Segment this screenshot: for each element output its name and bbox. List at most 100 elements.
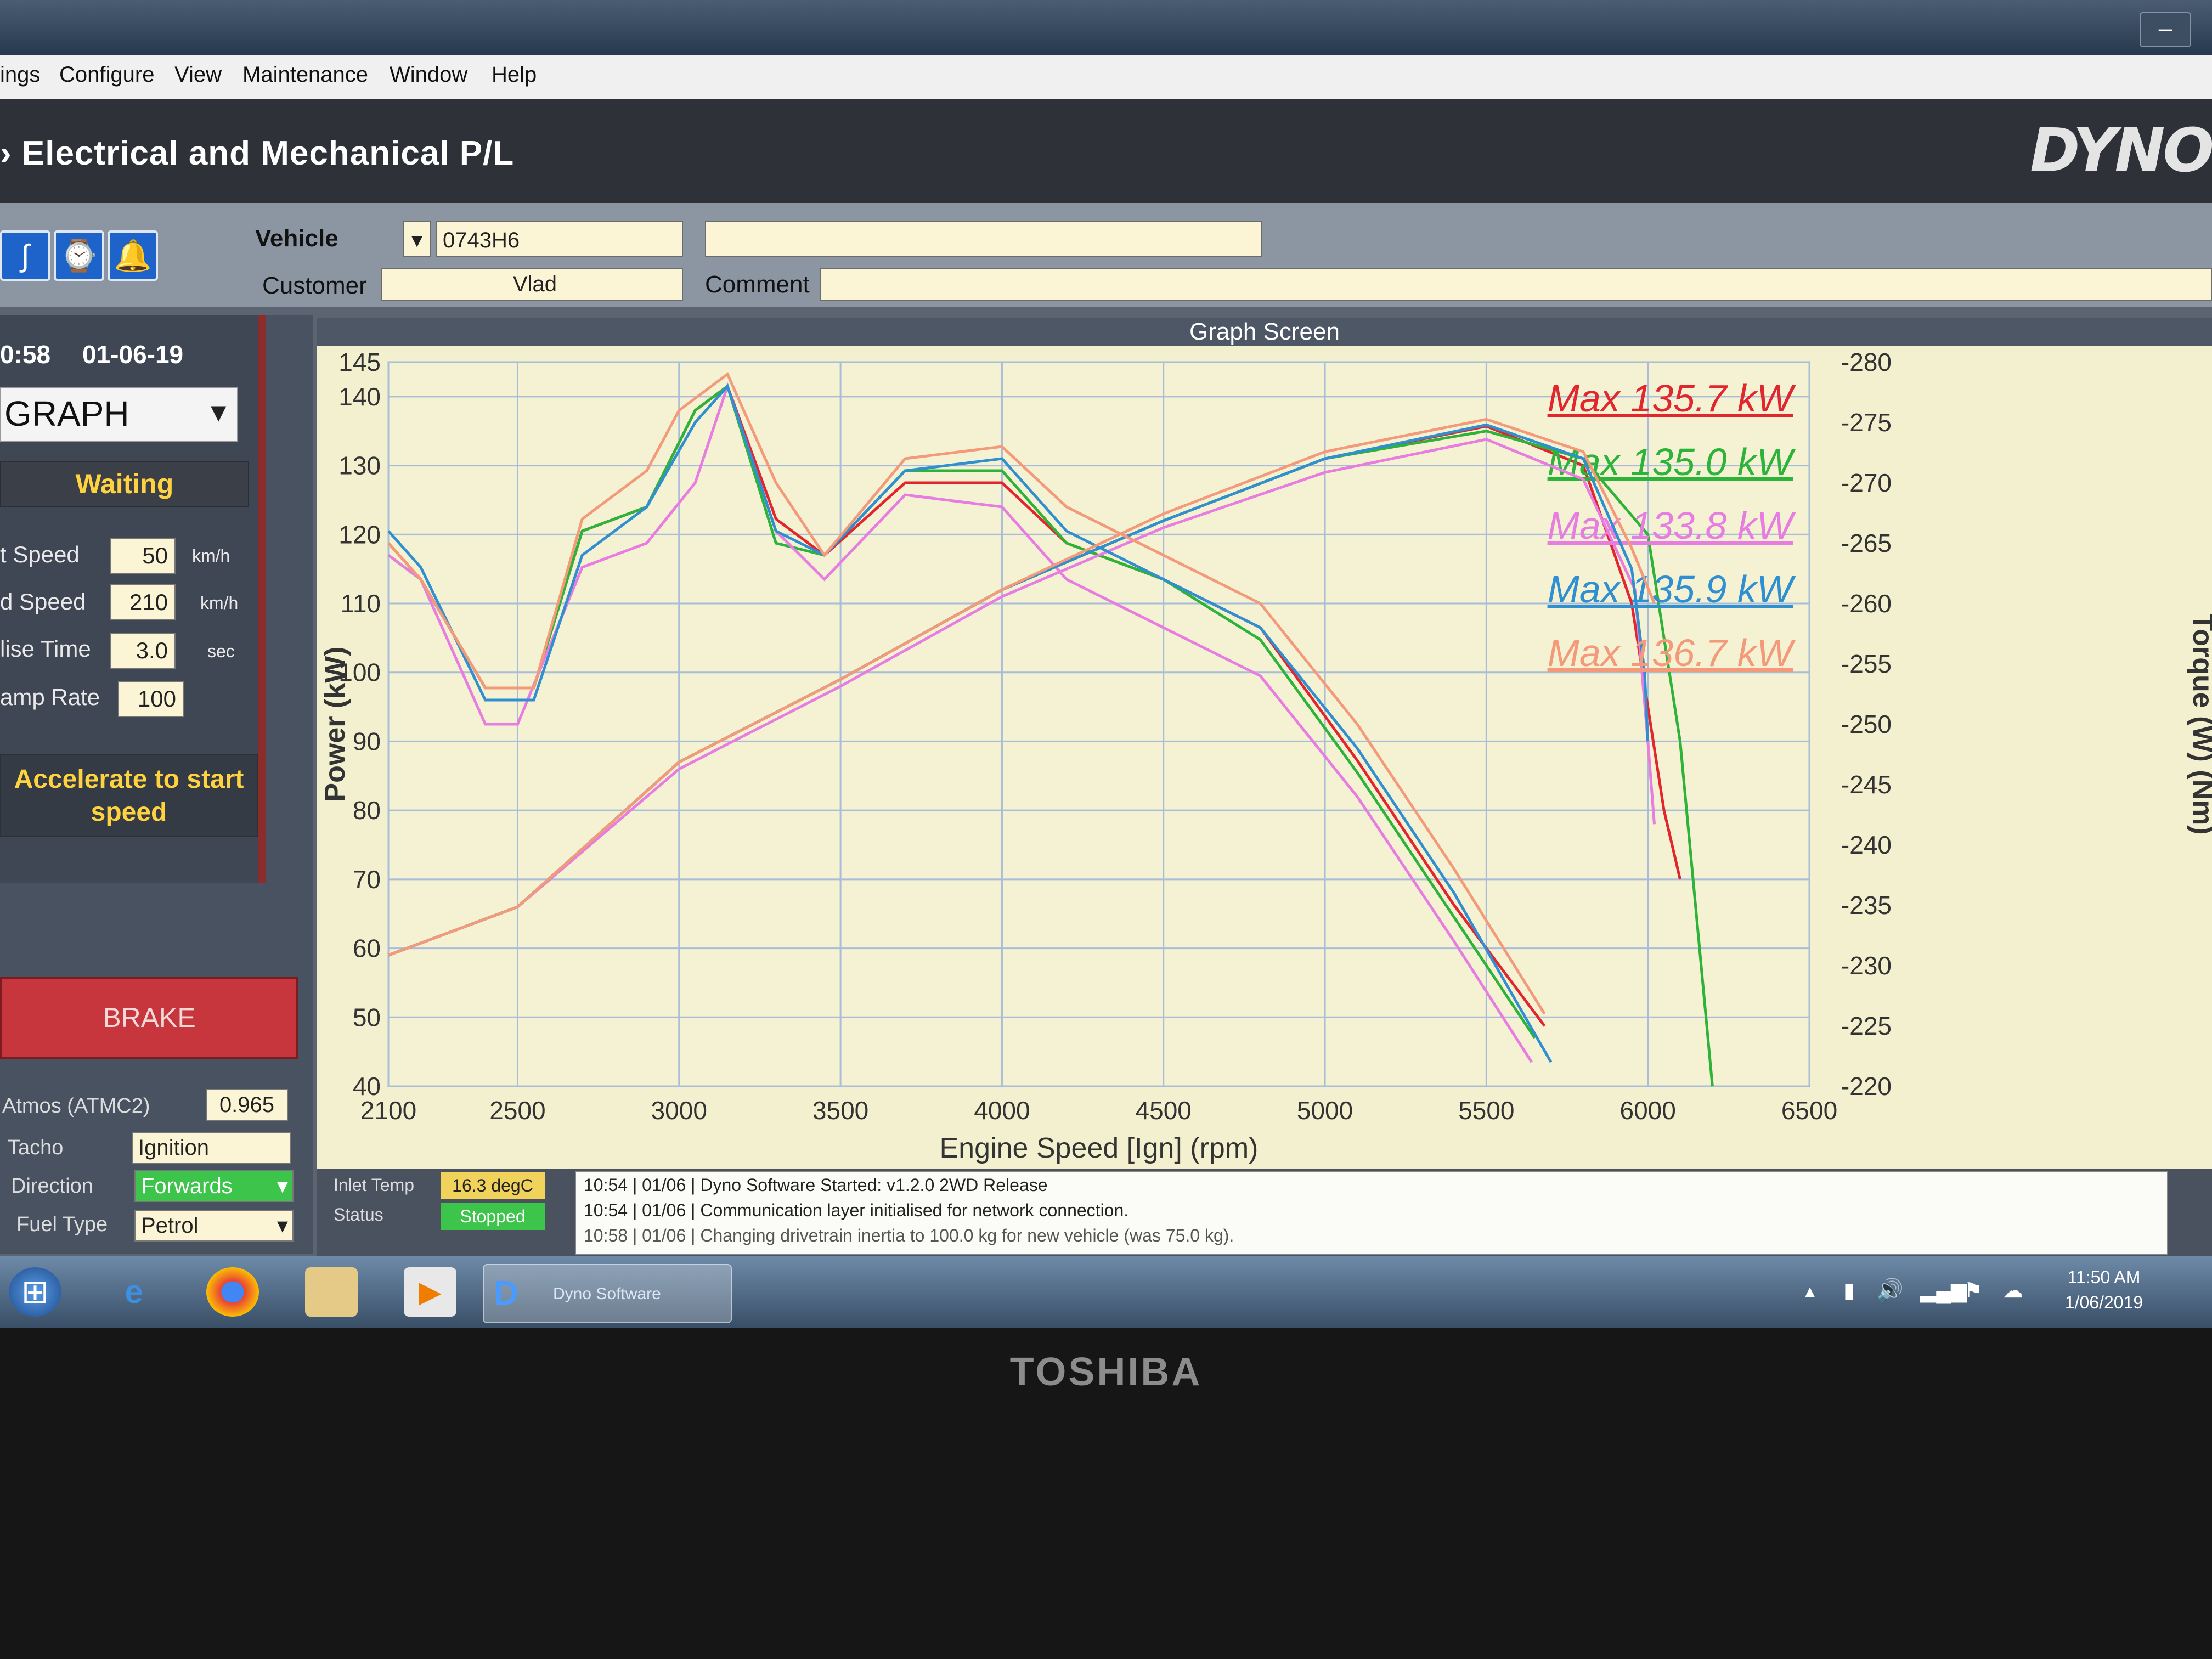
prompt-message: Accelerate to start speed <box>0 754 258 837</box>
customer-field[interactable]: Vlad <box>381 268 683 301</box>
y-tick-label: 140 <box>338 382 381 411</box>
dyno-logo: DYNO <box>2030 115 2212 185</box>
taskbar-dyno-software[interactable]: D Dyno Software <box>483 1264 732 1323</box>
tray-cloud-icon[interactable]: ☁ <box>2002 1278 2023 1303</box>
taskbar: ⊞ e ▶ D Dyno Software ▴ ▮ 🔊 ▂▄▆ ⚑ ☁ 11:5… <box>0 1256 2212 1328</box>
customer-label: Customer <box>262 272 367 299</box>
x-tick-label: 4500 <box>1136 1096 1192 1125</box>
clock-date[interactable]: 1/06/2019 <box>2052 1293 2156 1313</box>
x-axis-label: Engine Speed [Ign] (rpm) <box>940 1132 1259 1164</box>
chrome-icon[interactable] <box>206 1267 259 1317</box>
direction-value: Forwards <box>141 1174 233 1198</box>
y-tick-label: 40 <box>353 1072 381 1101</box>
atmos-label: Atmos (ATMC2) <box>2 1094 150 1118</box>
y2-tick-label: -240 <box>1841 831 1892 859</box>
end-speed-input[interactable]: 210 <box>110 584 176 620</box>
event-log[interactable]: 10:54 | 01/06 | Dyno Software Started: v… <box>575 1171 2168 1255</box>
folder-icon[interactable] <box>305 1267 358 1317</box>
menu-help[interactable]: Help <box>492 63 537 87</box>
menu-settings[interactable]: ings <box>0 63 40 87</box>
tray-battery-icon[interactable]: ▮ <box>1843 1278 1855 1303</box>
fuel-type-label: Fuel Type <box>16 1213 108 1236</box>
y-tick-label: 90 <box>353 727 381 755</box>
log-line: 10:54 | 01/06 | Communication layer init… <box>584 1200 1129 1220</box>
vehicle-description-field[interactable] <box>705 221 1262 257</box>
chevron-down-icon: ▼ <box>205 398 232 427</box>
y-axis-label: Power (kW) <box>319 646 351 802</box>
vehicle-label: Vehicle <box>255 225 338 252</box>
log-line: 10:58 | 01/06 | Changing drivetrain iner… <box>584 1226 1234 1245</box>
fuel-type-select[interactable]: Petrol ▾ <box>134 1210 294 1242</box>
graph-tool-icon[interactable]: ∫ <box>0 230 50 281</box>
dyno-app-icon: D <box>494 1274 518 1312</box>
y2-tick-label: -245 <box>1841 770 1892 799</box>
vehicle-field[interactable]: 0743H6 <box>436 221 683 257</box>
control-panel: 0:58 01-06-19 GRAPH ▼ Waiting t Speed 50… <box>0 315 313 1254</box>
direction-select[interactable]: Forwards ▾ <box>134 1170 294 1202</box>
y2-tick-label: -225 <box>1841 1012 1892 1040</box>
legend-entry-5: Max 136.7 kW <box>1548 631 1796 674</box>
comment-field[interactable] <box>820 268 2212 301</box>
y2-tick-label: -250 <box>1841 710 1892 738</box>
status-value: Stopped <box>441 1203 545 1230</box>
menu-maintenance[interactable]: Maintenance <box>242 63 368 87</box>
graph-panel: Graph Screen 2100 2500 3000 3500 4000 4500 500… <box>317 318 2212 1245</box>
tray-signal-icon[interactable]: ▂▄▆ <box>1920 1278 1967 1303</box>
inlet-temp-value: 16.3 degC <box>441 1172 545 1199</box>
ie-icon[interactable]: e <box>108 1267 160 1317</box>
start-button[interactable]: ⊞ <box>9 1267 61 1317</box>
y2-tick-label: -280 <box>1841 348 1892 376</box>
bell-icon[interactable]: 🔔 <box>108 230 158 281</box>
media-player-icon[interactable]: ▶ <box>404 1267 456 1317</box>
clock-time[interactable]: 11:50 AM <box>2052 1267 2156 1288</box>
menu-window[interactable]: Window <box>390 63 467 87</box>
y-tick-label: 50 <box>353 1003 381 1031</box>
tray-arrow-icon[interactable]: ▴ <box>1805 1279 1815 1302</box>
start-speed-input[interactable]: 50 <box>110 538 176 574</box>
timer-tool-icon[interactable]: ⌚ <box>54 230 104 281</box>
y2-axis-label: Torque (W) (Nm) <box>2187 613 2212 834</box>
rise-time-unit: sec <box>207 641 235 661</box>
chevron-down-icon: ▾ <box>276 1174 288 1198</box>
time-readout: 0:58 <box>0 340 51 369</box>
ramp-rate-input[interactable]: 100 <box>118 681 184 717</box>
menu-view[interactable]: View <box>174 63 222 87</box>
end-speed-unit: km/h <box>200 593 239 613</box>
menu-configure[interactable]: Configure <box>59 63 154 87</box>
brake-button[interactable]: BRAKE <box>0 977 298 1059</box>
mode-select[interactable]: GRAPH ▼ <box>0 387 238 442</box>
dyno-chart: 2100 2500 3000 3500 4000 4500 5000 5500 6000 6500… <box>319 348 2212 1164</box>
rise-time-input[interactable]: 3.0 <box>110 633 176 669</box>
menu-bar: ings Configure View Maintenance Window H… <box>0 55 2212 100</box>
chevron-down-icon: ▾ <box>276 1214 288 1238</box>
log-line: 10:54 | 01/06 | Dyno Software Started: v… <box>584 1175 1048 1195</box>
x-tick-label: 3000 <box>651 1096 707 1125</box>
x-tick-label: 6000 <box>1620 1096 1676 1125</box>
x-tick-label: 3500 <box>812 1096 868 1125</box>
x-tick-label: 6500 <box>1781 1096 1837 1125</box>
y2-tick-label: -220 <box>1841 1072 1892 1101</box>
tacho-select[interactable]: Ignition <box>132 1132 291 1164</box>
y2-tick-label: -265 <box>1841 529 1892 557</box>
chevron-down-icon[interactable]: ▾ <box>403 221 431 257</box>
app-title: › Electrical and Mechanical P/L <box>0 134 515 172</box>
y-tick-label: 110 <box>341 589 381 618</box>
x-tick-label: 2500 <box>489 1096 545 1125</box>
legend-entry-1: Max 135.7 kW <box>1548 377 1796 420</box>
mode-value: GRAPH <box>4 394 129 433</box>
y-tick-label: 60 <box>353 934 381 963</box>
state-indicator: Waiting <box>0 461 249 507</box>
tray-flag-icon[interactable]: ⚑ <box>1964 1278 1983 1303</box>
comment-label: Comment <box>705 271 810 298</box>
minimize-button[interactable]: – <box>2140 12 2191 47</box>
start-speed-label: t Speed <box>0 541 80 567</box>
tray-volume-icon[interactable]: 🔊 <box>1876 1277 1904 1303</box>
rise-time-label: lise Time <box>0 636 91 662</box>
y-tick-label: 130 <box>338 452 381 480</box>
direction-label: Direction <box>11 1175 93 1198</box>
control-panel-top: 0:58 01-06-19 GRAPH ▼ Waiting t Speed 50… <box>0 315 266 883</box>
y2-tick-label: -255 <box>1841 650 1892 678</box>
ramp-rate-label: amp Rate <box>0 684 100 710</box>
vehicle-info-bar: ∫ ⌚ 🔔 Vehicle ▾ 0743H6 Customer Vlad Com… <box>0 203 2212 307</box>
laptop-brand: TOSHIBA <box>1009 1350 1203 1394</box>
